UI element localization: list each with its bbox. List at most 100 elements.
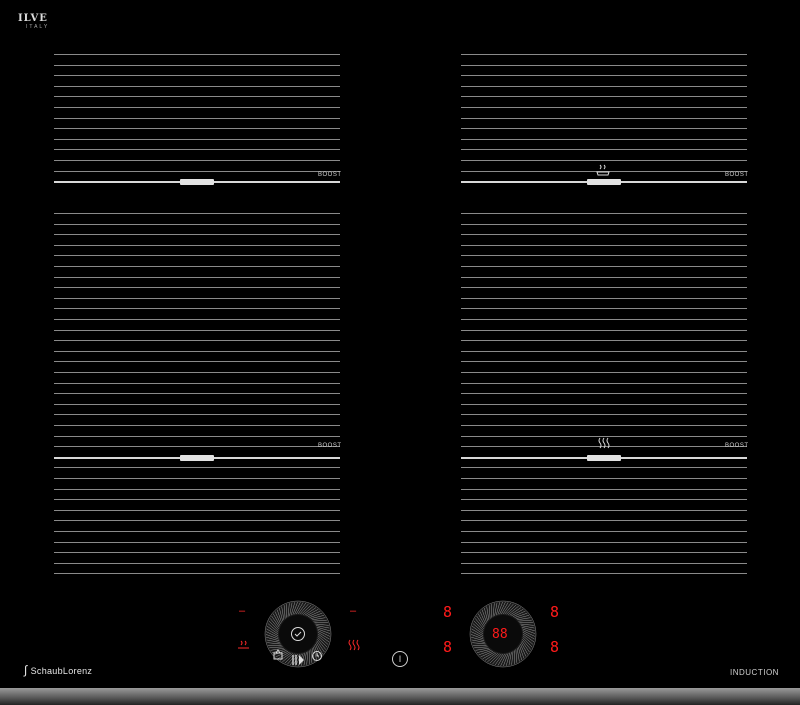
zone-line xyxy=(54,213,340,214)
zone-line xyxy=(461,277,747,278)
display-bottom-right: 8 xyxy=(550,638,560,656)
schaublorenz-logo: ∫ SchaubLorenz xyxy=(24,663,92,677)
zone-line xyxy=(461,75,747,76)
induction-label: INDUCTION xyxy=(730,668,779,677)
zone-line xyxy=(461,308,747,309)
zone-line xyxy=(54,478,340,479)
keep-warm-icon[interactable] xyxy=(272,648,284,660)
steam-pan-indicator-icon xyxy=(237,640,251,655)
zone-line xyxy=(54,563,340,564)
zone-line xyxy=(54,75,340,76)
timer-icon[interactable] xyxy=(311,649,323,661)
zone-line xyxy=(54,542,340,543)
zone-line xyxy=(461,54,747,55)
zone-line xyxy=(461,573,747,574)
zone-line xyxy=(54,245,340,246)
zone-front-right[interactable] xyxy=(461,213,747,585)
zone-line xyxy=(461,298,747,299)
zone-line xyxy=(54,96,340,97)
zone-line xyxy=(54,298,340,299)
zone-line xyxy=(461,372,747,373)
brand-name: SchaubLorenz xyxy=(30,666,93,676)
boost-label-rear-right[interactable]: BOOST xyxy=(725,172,749,178)
zone-slider-handle[interactable] xyxy=(180,179,214,185)
zone-line xyxy=(54,224,340,225)
zone-line xyxy=(461,234,747,235)
zone-line xyxy=(461,287,747,288)
zone-line xyxy=(461,520,747,521)
zone-line xyxy=(54,489,340,490)
zone-line xyxy=(54,467,340,468)
zone-rear-left[interactable] xyxy=(54,54,340,194)
zone-line xyxy=(461,563,747,564)
zone-line xyxy=(461,96,747,97)
zone-line xyxy=(54,118,340,119)
zone-line xyxy=(54,531,340,532)
timer-display: 88 xyxy=(492,627,508,642)
zone-line xyxy=(461,319,747,320)
schaublorenz-mark-icon: ∫ xyxy=(24,663,28,677)
zone-line xyxy=(54,128,340,129)
zone-line xyxy=(54,414,340,415)
zone-line xyxy=(461,65,747,66)
zone-line xyxy=(461,552,747,553)
zone-line xyxy=(54,319,340,320)
zone-line xyxy=(54,277,340,278)
boost-label-front-left[interactable]: BOOST xyxy=(318,443,342,449)
zone-line xyxy=(461,478,747,479)
ilve-logo-sub: ITALY xyxy=(26,24,50,30)
pause-play-icon[interactable] xyxy=(291,653,305,665)
zone-line xyxy=(54,160,340,161)
zone-line xyxy=(461,86,747,87)
zone-line xyxy=(461,489,747,490)
zone-line xyxy=(54,171,340,172)
zone-line xyxy=(54,499,340,500)
chef-icon[interactable] xyxy=(290,626,306,642)
zone-line xyxy=(461,383,747,384)
zone-line xyxy=(54,149,340,150)
power-button[interactable]: I xyxy=(392,651,408,667)
zone-line xyxy=(54,287,340,288)
heat-waves-icon xyxy=(597,437,611,452)
zone-front-left[interactable] xyxy=(54,213,340,585)
zone-line xyxy=(461,510,747,511)
zone-line xyxy=(54,340,340,341)
zone-line xyxy=(461,224,747,225)
left-top-right-indicator: – xyxy=(350,605,357,617)
zone-slider-handle[interactable] xyxy=(587,179,621,185)
zone-line xyxy=(461,414,747,415)
zone-line xyxy=(54,65,340,66)
ilve-logo-mark: ILVE xyxy=(18,13,48,24)
zone-line xyxy=(461,425,747,426)
heat-indicator-icon xyxy=(347,639,361,654)
zone-line xyxy=(54,330,340,331)
boost-label-rear-left[interactable]: BOOST xyxy=(318,172,342,178)
boost-label-front-right[interactable]: BOOST xyxy=(725,443,749,449)
zone-line xyxy=(54,266,340,267)
zone-line xyxy=(54,552,340,553)
zone-line xyxy=(54,361,340,362)
zone-line xyxy=(461,404,747,405)
zone-line xyxy=(461,351,747,352)
zone-line xyxy=(54,308,340,309)
zone-line xyxy=(461,467,747,468)
zone-line xyxy=(461,531,747,532)
zone-line xyxy=(461,107,747,108)
panel-bottom-edge xyxy=(0,688,800,705)
zone-line xyxy=(54,234,340,235)
zone-line xyxy=(461,213,747,214)
zone-line xyxy=(54,86,340,87)
zone-line xyxy=(461,118,747,119)
zone-line xyxy=(461,255,747,256)
zone-line xyxy=(54,510,340,511)
zone-line xyxy=(461,340,747,341)
zone-line xyxy=(54,425,340,426)
ilve-logo: ILVE ITALY xyxy=(18,13,54,31)
zone-line xyxy=(54,107,340,108)
zone-slider-handle[interactable] xyxy=(180,455,214,461)
zone-line xyxy=(54,372,340,373)
zone-line xyxy=(461,160,747,161)
zone-line xyxy=(54,139,340,140)
zone-line xyxy=(461,149,747,150)
zone-slider-handle[interactable] xyxy=(587,455,621,461)
